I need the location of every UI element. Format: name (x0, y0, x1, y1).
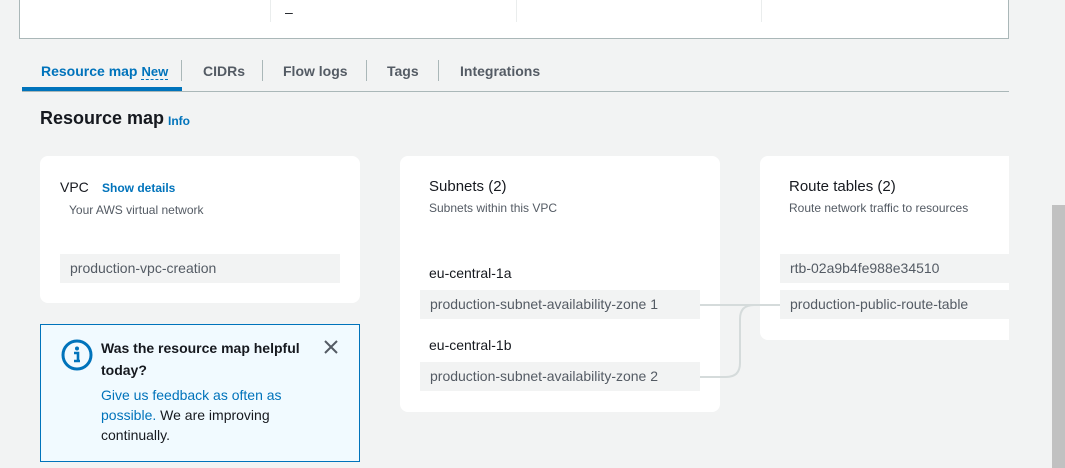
scrollbar-thumb[interactable] (1052, 205, 1065, 468)
subnet-route-connector (700, 304, 780, 378)
